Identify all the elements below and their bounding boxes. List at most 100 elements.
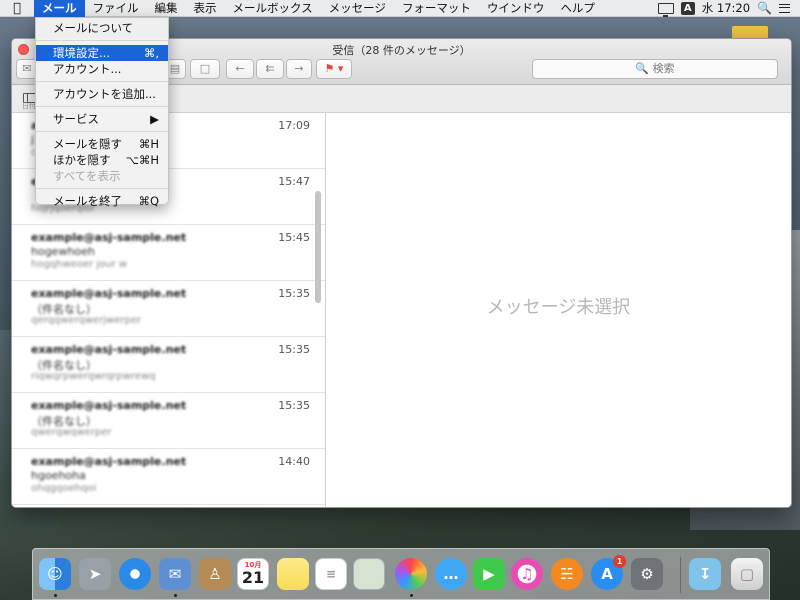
itunes-icon[interactable]: ♫ [511, 558, 543, 590]
menu-format[interactable]: フォーマット [394, 0, 479, 17]
input-method-icon[interactable]: A [680, 1, 695, 15]
maps-icon[interactable] [353, 558, 385, 590]
menu-item-hide-mail[interactable]: メールを隠す ⌘H [36, 136, 168, 152]
message-time: 17:09 [278, 119, 310, 132]
menu-item-accounts[interactable]: アカウント... [36, 61, 168, 77]
menu-item-show-all: すべてを表示 [36, 168, 168, 184]
menu-item-hide-others[interactable]: ほかを隠す ⌥⌘H [36, 152, 168, 168]
message-subject: hgoehoha [31, 469, 86, 482]
menu-item-label: 環境設定... [53, 46, 110, 60]
running-indicator [410, 594, 413, 597]
menu-item-label: ほかを隠す [53, 153, 111, 167]
flag-icon[interactable]: ⚑ ▾ [316, 59, 352, 79]
menu-item-label: すべてを表示 [53, 169, 121, 183]
reply-all-icon[interactable]: ⇇ [256, 59, 284, 79]
message-viewer: メッセージ未選択 [326, 113, 791, 507]
launchpad-icon[interactable]: ➤ [79, 558, 111, 590]
menu-item-label: サービス [53, 112, 99, 126]
message-time: 15:35 [278, 287, 310, 300]
list-scrollbar[interactable] [315, 191, 321, 303]
message-time: 15:47 [278, 175, 310, 188]
message-sender: example@asj-sample.net [31, 399, 187, 412]
safari-icon[interactable] [119, 558, 151, 590]
forward-icon[interactable]: → [286, 59, 312, 79]
sort-label[interactable]: 日付 [22, 101, 36, 111]
apple-icon[interactable]:  [0, 1, 34, 16]
menu-help[interactable]: ヘルプ [552, 0, 603, 17]
menu-item-preferences[interactable]: 環境設定... ⌘, [36, 45, 168, 61]
ibooks-icon[interactable]: ☵ [551, 558, 583, 590]
messages-icon[interactable]: … [435, 558, 467, 590]
menu-shortcut: ⌘H [138, 137, 159, 151]
menu-item-add-account[interactable]: アカウントを追加... [36, 86, 168, 102]
submenu-arrow-icon: ▶ [150, 112, 159, 126]
calendar-day: 21 [241, 568, 265, 587]
calendar-icon[interactable]: 10月 21 [237, 558, 269, 590]
search-input[interactable]: 🔍 検索 [532, 59, 778, 79]
message-time: 15:35 [278, 343, 310, 356]
junk-icon[interactable]: □ [190, 59, 220, 79]
status-area: A 水 17:20 🔍 [657, 0, 800, 17]
running-indicator [174, 594, 177, 597]
menu-file[interactable]: ファイル [85, 0, 147, 17]
message-preview: ohqgqoehqoi [31, 483, 97, 494]
reminders-icon[interactable]: ≡ [315, 558, 347, 590]
notification-center-icon[interactable] [779, 3, 790, 13]
reply-icon[interactable]: ← [226, 59, 254, 79]
running-indicator [54, 594, 57, 597]
message-preview: hogqhweoer jour w [31, 259, 128, 270]
menu-separator [36, 131, 168, 132]
message-row[interactable]: example@asj-sample.net 15:35 （件名なし） qerq… [12, 281, 325, 337]
message-row[interactable]: example@asj-sample.net 15:35 （件名なし） qwer… [12, 393, 325, 449]
menu-item-services[interactable]: サービス ▶ [36, 111, 168, 127]
message-row[interactable]: example@asj-sample.net 15:45 hogewhoeh h… [12, 225, 325, 281]
search-placeholder: 検索 [652, 62, 675, 75]
menu-bar:  メール ファイル 編集 表示 メールボックス メッセージ フォーマット ウイ… [0, 0, 800, 17]
message-row[interactable]: example@asj-sample.net 15:35 （件名なし） riqw… [12, 337, 325, 393]
menu-item-quit[interactable]: メールを終了 ⌘Q [36, 193, 168, 209]
menu-view[interactable]: 表示 [186, 0, 225, 17]
menu-item-label: メールを隠す [53, 137, 122, 151]
dock-separator [680, 557, 681, 593]
trash-icon[interactable]: ▢ [731, 558, 763, 590]
menu-shortcut: ⌘, [143, 46, 159, 60]
menu-mail[interactable]: メール [34, 0, 85, 17]
message-time: 15:45 [278, 231, 310, 244]
notes-icon[interactable] [277, 558, 309, 590]
message-sender: example@asj-sample.net [31, 287, 187, 300]
message-sender: example@asj-sample.net [31, 455, 187, 468]
display-mirror-icon[interactable] [657, 2, 674, 17]
message-sender: example@asj-sample.net [31, 343, 187, 356]
menu-message[interactable]: メッセージ [321, 0, 394, 17]
mail-menu-dropdown: メールについて 環境設定... ⌘, アカウント... アカウントを追加... サ… [35, 17, 169, 208]
menu-window[interactable]: ウインドウ [479, 0, 553, 17]
facetime-icon[interactable]: ▶ [473, 558, 505, 590]
finder-icon[interactable]: ☺ [39, 558, 71, 590]
menu-item-label: アカウント... [53, 62, 122, 76]
menu-shortcut: ⌥⌘H [125, 153, 159, 167]
photos-icon[interactable] [395, 558, 427, 590]
menu-clock[interactable]: 水 17:20 [702, 0, 750, 16]
menu-shortcut: ⌘Q [138, 194, 159, 208]
contacts-icon[interactable]: ♙ [199, 558, 231, 590]
message-time: 14:40 [278, 455, 310, 468]
app-store-badge: 1 [613, 555, 626, 568]
message-preview: qerqqwerqwerjwerper [31, 315, 142, 326]
app-store-icon[interactable]: A 1 [591, 555, 626, 590]
message-row[interactable]: example@asj-sample.net 14:40 hgoehoha oh… [12, 449, 325, 505]
message-time: 15:35 [278, 399, 310, 412]
menu-mailbox[interactable]: メールボックス [225, 0, 321, 17]
menu-item-label: アカウントを追加... [53, 87, 156, 101]
menu-item-about[interactable]: メールについて [36, 20, 168, 36]
system-preferences-icon[interactable]: ⚙ [631, 558, 663, 590]
menu-item-label: メールについて [53, 21, 134, 35]
mail-icon[interactable]: ✉ [159, 558, 191, 590]
menu-edit[interactable]: 編集 [147, 0, 186, 17]
message-subject: j [31, 133, 35, 146]
menu-item-label: メールを終了 [53, 194, 122, 208]
dock: ☺ ➤ ✉ ♙ 10月 21 ≡ … ▶ ♫ ☵ A 1 ⚙ ↧ ▢ [32, 548, 770, 600]
menu-separator [36, 106, 168, 107]
spotlight-search-icon[interactable]: 🔍 [757, 1, 772, 15]
message-sender: example@asj-sample.net [31, 231, 187, 244]
downloads-folder-icon[interactable]: ↧ [689, 558, 721, 590]
